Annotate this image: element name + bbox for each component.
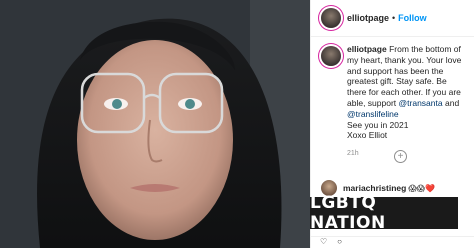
- post-caption: elliotpage From the bottom of my heart, …: [311, 44, 471, 160]
- header-username[interactable]: elliotpage: [347, 13, 389, 23]
- mention-transanta[interactable]: @transanta: [399, 98, 443, 108]
- avatar[interactable]: [321, 8, 341, 28]
- comment-username[interactable]: mariachristineg: [343, 183, 406, 193]
- photo-illustration: [0, 0, 310, 248]
- heart-icon[interactable]: ♡: [320, 237, 327, 248]
- caption-and: and: [444, 97, 460, 108]
- separator-dot: •: [392, 13, 396, 23]
- caption-line-signoff: Xoxo Elliot: [347, 130, 388, 141]
- post-header: elliotpage • Follow: [311, 0, 474, 37]
- caption-username[interactable]: elliotpage: [347, 44, 387, 54]
- action-bar: ♡ ○: [310, 236, 474, 248]
- lgbtq-nation-logo: LGBTQ NATION: [310, 193, 458, 233]
- caption-text: elliotpage From the bottom of my heart, …: [347, 44, 465, 160]
- comment-icon[interactable]: ○: [337, 237, 342, 248]
- post-photo: [0, 0, 310, 248]
- caption-avatar[interactable]: [321, 46, 341, 66]
- follow-button[interactable]: Follow: [398, 13, 427, 23]
- caption-line-see-you: See you in 2021: [347, 119, 409, 130]
- comment-emoji: 😱😱❤️: [408, 183, 435, 193]
- load-more-comments-icon[interactable]: +: [394, 150, 407, 163]
- mention-translifeline[interactable]: @translifeline: [347, 109, 399, 119]
